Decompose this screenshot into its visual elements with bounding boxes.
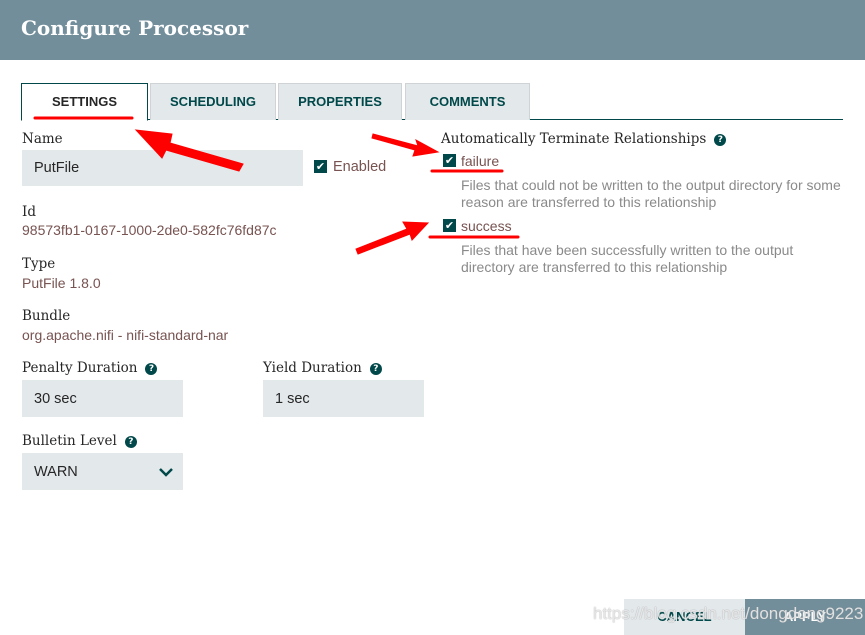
help-icon[interactable]: ? — [714, 134, 727, 146]
name-input[interactable]: PutFile — [22, 150, 303, 186]
dialog-title: Configure Processor — [21, 16, 249, 40]
success-checkbox[interactable]: ✔ — [443, 219, 456, 232]
relationships-title: Automatically Terminate Relationships? — [441, 131, 727, 147]
failure-label[interactable]: failure — [461, 153, 499, 169]
penalty-duration-label: Penalty Duration? — [22, 360, 158, 376]
success-label[interactable]: success — [461, 218, 512, 234]
id-value: 98573fb1-0167-1000-2de0-582fc76fd87c — [22, 222, 277, 238]
yield-duration-label: Yield Duration? — [263, 360, 382, 376]
failure-checkbox[interactable]: ✔ — [443, 154, 456, 167]
enabled-checkbox[interactable]: ✔ — [314, 160, 327, 173]
penalty-duration-input[interactable]: 30 sec — [22, 380, 183, 417]
tab-bar: SETTINGS SCHEDULING PROPERTIES COMMENTS — [21, 83, 843, 121]
tab-scheduling[interactable]: SCHEDULING — [150, 83, 276, 120]
failure-description: Files that could not be written to the o… — [461, 177, 841, 210]
yield-duration-input[interactable]: 1 sec — [263, 380, 424, 417]
tab-settings[interactable]: SETTINGS — [21, 83, 148, 121]
name-label: Name — [22, 131, 63, 147]
bulletin-level-label: Bulletin Level? — [22, 433, 137, 449]
help-icon[interactable]: ? — [124, 436, 137, 448]
bundle-value: org.apache.nifi - nifi-standard-nar — [22, 327, 229, 343]
bundle-label: Bundle — [22, 308, 71, 324]
type-label: Type — [22, 256, 56, 272]
dialog-header: Configure Processor — [0, 0, 865, 60]
enabled-label[interactable]: Enabled — [333, 159, 386, 175]
arrow-annotation — [355, 221, 430, 255]
help-icon[interactable]: ? — [145, 363, 158, 375]
cancel-button[interactable]: CANCEL — [624, 599, 745, 635]
apply-button[interactable]: APPLY — [745, 599, 865, 635]
help-icon[interactable]: ? — [369, 363, 382, 375]
type-value: PutFile 1.8.0 — [22, 275, 101, 291]
bulletin-level-select[interactable]: WARN — [22, 453, 183, 490]
tab-properties[interactable]: PROPERTIES — [278, 83, 402, 120]
tab-comments[interactable]: COMMENTS — [405, 83, 530, 120]
success-description: Files that have been successfully writte… — [461, 242, 794, 275]
name-value: PutFile — [34, 160, 80, 176]
arrow-annotation — [371, 133, 440, 157]
id-label: Id — [22, 204, 36, 220]
chevron-down-icon — [159, 467, 173, 477]
